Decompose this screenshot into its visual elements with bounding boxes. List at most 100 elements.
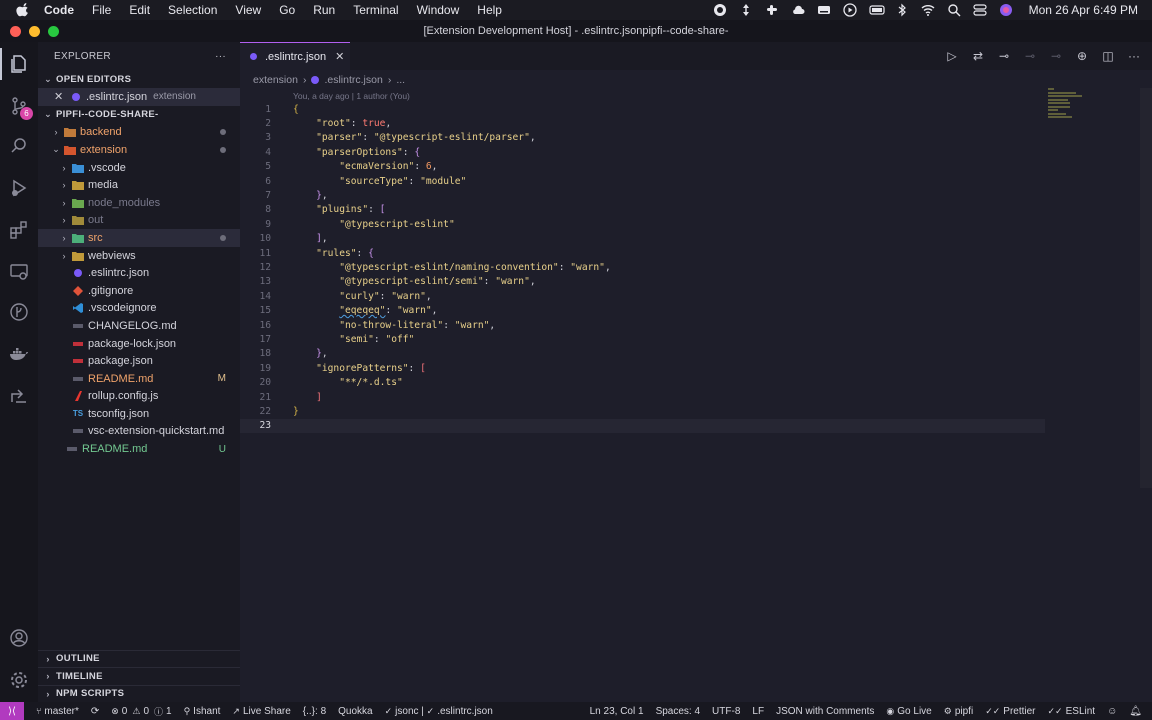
tree-item-out[interactable]: › out bbox=[38, 212, 240, 230]
json-status-item[interactable]: ✓ jsonc | ✓ .eslintrc.json bbox=[385, 706, 493, 717]
wifi-icon[interactable] bbox=[921, 3, 935, 17]
notifications-bell-icon[interactable]: 🔔︎ bbox=[1129, 706, 1142, 717]
menu-code[interactable]: Code bbox=[44, 3, 74, 17]
feedback-icon[interactable]: ☺ bbox=[1107, 706, 1117, 717]
git-commit-icon[interactable]: ⊸ bbox=[996, 48, 1012, 64]
code-editor[interactable]: 1{ 2 "root": true, 3 "parser": "@typescr… bbox=[240, 102, 1140, 433]
close-icon[interactable]: ✕ bbox=[54, 90, 64, 103]
control-center-icon[interactable] bbox=[972, 3, 987, 17]
go-live-item[interactable]: ◉ Go Live bbox=[886, 706, 931, 717]
tree-item-rollup-config[interactable]: rollup.config.js bbox=[38, 388, 240, 406]
extensions-icon[interactable] bbox=[7, 218, 31, 242]
breadcrumb-folder[interactable]: extension bbox=[253, 74, 298, 86]
tree-item-vscodeignore[interactable]: .vscodeignore bbox=[38, 300, 240, 318]
outline-section[interactable]: › OUTLINE bbox=[38, 649, 240, 668]
sync-icon[interactable]: ⟳ bbox=[91, 706, 99, 717]
menu-selection[interactable]: Selection bbox=[168, 3, 217, 17]
run-debug-icon[interactable] bbox=[7, 176, 31, 200]
braces-count[interactable]: {..}: 8 bbox=[303, 706, 326, 717]
eslint-item[interactable]: ✓✓ ESLint bbox=[1048, 706, 1096, 717]
menu-help[interactable]: Help bbox=[477, 3, 502, 17]
search-icon[interactable] bbox=[7, 134, 31, 158]
indentation[interactable]: Spaces: 4 bbox=[656, 706, 700, 717]
source-control-icon[interactable]: 6 bbox=[7, 94, 33, 120]
npm-scripts-section[interactable]: › NPM SCRIPTS bbox=[38, 684, 240, 703]
end-of-line[interactable]: LF bbox=[752, 706, 764, 717]
menu-file[interactable]: File bbox=[92, 3, 111, 17]
window-maximize-button[interactable] bbox=[48, 26, 59, 37]
tree-item-eslintrc[interactable]: .eslintrc.json bbox=[38, 264, 240, 282]
user-item[interactable]: ⚲ Ishant bbox=[184, 706, 221, 717]
menu-terminal[interactable]: Terminal bbox=[353, 3, 398, 17]
slack-icon[interactable] bbox=[765, 3, 779, 17]
breadcrumb-ellipsis[interactable]: ... bbox=[396, 74, 405, 86]
record-icon[interactable] bbox=[713, 3, 727, 17]
tree-item-vscode[interactable]: › .vscode bbox=[38, 159, 240, 177]
problems-item[interactable]: ⊗ 0 ⚠ 0 ⓘ 1 bbox=[111, 705, 171, 718]
split-editor-icon[interactable]: ◫ bbox=[1100, 48, 1116, 64]
timeline-compare-icon[interactable]: ⊕ bbox=[1074, 48, 1090, 64]
explorer-icon[interactable] bbox=[0, 48, 31, 80]
open-editors-section[interactable]: ⌄ OPEN EDITORS bbox=[38, 70, 240, 88]
next-change-icon[interactable]: ⊸ bbox=[1048, 48, 1064, 64]
menubar-clock[interactable]: Mon 26 Apr 6:49 PM bbox=[1029, 3, 1138, 17]
live-share-icon[interactable] bbox=[7, 384, 31, 408]
apple-logo-icon[interactable] bbox=[16, 3, 30, 17]
tree-item-node-modules[interactable]: › node_modules bbox=[38, 194, 240, 212]
bluetooth-icon[interactable] bbox=[895, 3, 909, 17]
encoding[interactable]: UTF-8 bbox=[712, 706, 740, 717]
menu-run[interactable]: Run bbox=[313, 3, 335, 17]
menu-window[interactable]: Window bbox=[417, 3, 460, 17]
tree-item-gitignore[interactable]: .gitignore bbox=[38, 282, 240, 300]
git-branch-item[interactable]: ⑂ master* bbox=[36, 706, 79, 717]
close-tab-icon[interactable]: ✕ bbox=[335, 50, 344, 63]
cloud-sync-icon[interactable] bbox=[791, 3, 805, 17]
remote-explorer-icon[interactable] bbox=[7, 260, 31, 284]
open-editor-item[interactable]: ✕ .eslintrc.json extension bbox=[38, 88, 240, 106]
quokka-item[interactable]: Quokka bbox=[338, 706, 372, 717]
prettier-item[interactable]: ✓✓ Prettier bbox=[985, 706, 1035, 717]
tree-item-extension[interactable]: ⌄ extension bbox=[38, 141, 240, 159]
open-changes-icon[interactable]: ⇄ bbox=[970, 48, 986, 64]
run-play-icon[interactable]: ▷ bbox=[944, 48, 960, 64]
tree-item-changelog[interactable]: CHANGELOG.md bbox=[38, 317, 240, 335]
play-circle-icon[interactable] bbox=[842, 3, 857, 17]
editor-scrollbar[interactable] bbox=[1140, 88, 1152, 488]
editor-tab[interactable]: .eslintrc.json ✕ bbox=[240, 42, 350, 70]
tree-item-tsconfig[interactable]: TS tsconfig.json bbox=[38, 405, 240, 423]
tree-item-readme-modified[interactable]: README.md M bbox=[38, 370, 240, 388]
remote-indicator-icon[interactable]: ⟩⟨ bbox=[0, 702, 24, 720]
minimap[interactable] bbox=[1048, 88, 1140, 128]
settings-gear-icon[interactable] bbox=[7, 668, 31, 692]
breadcrumb-file[interactable]: .eslintrc.json bbox=[324, 74, 382, 86]
window-minimize-button[interactable] bbox=[29, 26, 40, 37]
cursor-position[interactable]: Ln 23, Col 1 bbox=[590, 706, 644, 717]
keyboard-icon[interactable] bbox=[817, 3, 831, 17]
docker-icon[interactable] bbox=[7, 342, 31, 366]
menu-go[interactable]: Go bbox=[279, 3, 295, 17]
menu-view[interactable]: View bbox=[235, 3, 261, 17]
tree-item-package-lock[interactable]: package-lock.json bbox=[38, 335, 240, 353]
spotlight-search-icon[interactable] bbox=[947, 3, 961, 17]
siri-icon[interactable] bbox=[999, 3, 1013, 17]
tree-item-package-json[interactable]: package.json bbox=[38, 352, 240, 370]
window-close-button[interactable] bbox=[10, 26, 21, 37]
tree-item-quickstart[interactable]: vsc-extension-quickstart.md bbox=[38, 423, 240, 441]
pipfi-item[interactable]: ⚙ pipfi bbox=[944, 706, 973, 717]
timeline-section[interactable]: › TIMELINE bbox=[38, 667, 240, 685]
language-mode[interactable]: JSON with Comments bbox=[776, 706, 874, 717]
tree-item-src[interactable]: › src bbox=[38, 229, 240, 247]
tree-item-webviews[interactable]: › webviews bbox=[38, 247, 240, 265]
tree-item-media[interactable]: › media bbox=[38, 176, 240, 194]
previous-change-icon[interactable]: ⊸ bbox=[1022, 48, 1038, 64]
accounts-icon[interactable] bbox=[7, 626, 31, 650]
more-actions-icon[interactable]: ··· bbox=[215, 51, 226, 62]
live-share-item[interactable]: ↗ Live Share bbox=[232, 706, 290, 717]
more-actions-icon[interactable]: ··· bbox=[1126, 48, 1142, 64]
git-blame-codelens[interactable]: You, a day ago | 1 author (You) bbox=[293, 91, 410, 101]
sort-arrows-icon[interactable] bbox=[739, 3, 753, 17]
git-graph-icon[interactable] bbox=[7, 300, 31, 324]
tree-item-readme-untracked[interactable]: README.md U bbox=[38, 440, 240, 458]
tree-item-backend[interactable]: › backend bbox=[38, 124, 240, 142]
project-section[interactable]: ⌄ PIPFI--CODE-SHARE- bbox=[38, 106, 240, 124]
